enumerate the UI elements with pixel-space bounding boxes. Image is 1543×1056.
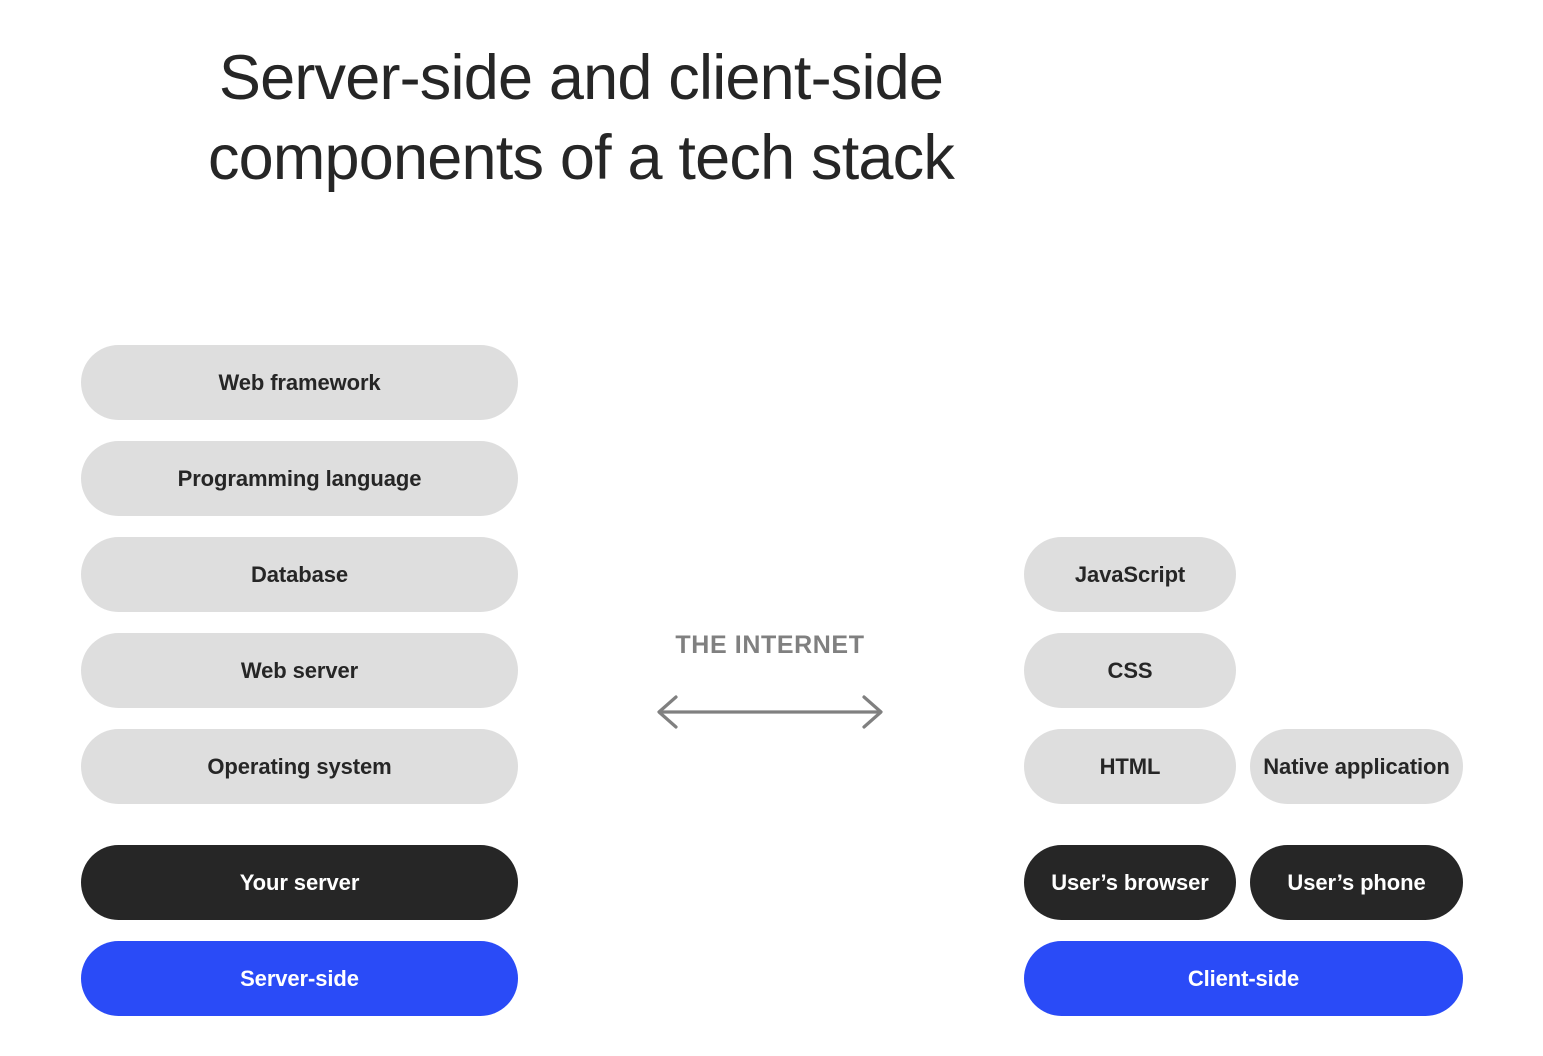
- page-title: Server-side and client-side components o…: [207, 43, 955, 193]
- double-headed-horizontal-arrow-icon: [657, 695, 883, 729]
- pill-web-server: Web server: [81, 633, 518, 708]
- pill-programming-language: Programming language: [81, 441, 518, 516]
- pill-users-phone: User’s phone: [1250, 845, 1463, 920]
- pill-css: CSS: [1024, 633, 1236, 708]
- pill-operating-system: Operating system: [81, 729, 518, 804]
- internet-label: THE INTERNET: [675, 631, 865, 659]
- pill-javascript: JavaScript: [1024, 537, 1236, 612]
- internet-group: THE INTERNET: [600, 630, 940, 730]
- pill-users-browser: User’s browser: [1024, 845, 1236, 920]
- pill-web-framework: Web framework: [81, 345, 518, 420]
- pill-your-server: Your server: [81, 845, 518, 920]
- diagram-canvas: Server-side and client-side components o…: [0, 0, 1543, 1056]
- pill-native-application: Native application: [1250, 729, 1463, 804]
- pill-database: Database: [81, 537, 518, 612]
- pill-server-side-category: Server-side: [81, 941, 518, 1016]
- pill-html: HTML: [1024, 729, 1236, 804]
- pill-client-side-category: Client-side: [1024, 941, 1463, 1016]
